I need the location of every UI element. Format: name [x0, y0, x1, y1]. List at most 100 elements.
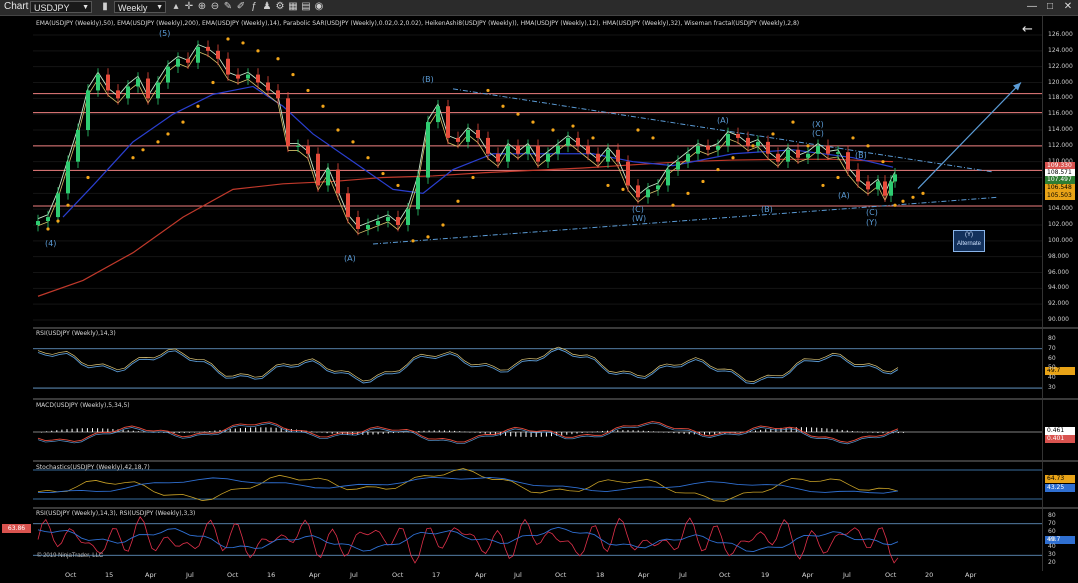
macd-histogram-bar	[188, 432, 190, 433]
back-arrow-icon[interactable]: ←	[1022, 22, 1033, 37]
wave-label: (C)	[812, 129, 824, 138]
parabolic-sar-dot	[501, 104, 505, 108]
zoom-out-icon[interactable]: ⊖	[209, 1, 221, 13]
zoom-in-icon[interactable]: ⊕	[196, 1, 208, 13]
wave-label: (B)	[855, 151, 867, 160]
rsi-dual-chart[interactable]	[33, 509, 1042, 569]
cursor-icon[interactable]: ▴	[170, 1, 182, 13]
time-axis-label: 17	[432, 571, 441, 579]
data-box-icon[interactable]: ▤	[300, 1, 312, 13]
chevron-down-icon: ▼	[82, 4, 89, 11]
time-axis-label: Oct	[719, 571, 731, 579]
macd-histogram-bar	[102, 428, 104, 432]
maximize-button[interactable]: □	[1041, 0, 1059, 14]
macd-histogram-bar	[86, 428, 88, 432]
candle-body	[256, 74, 260, 83]
macd-histogram-bar	[469, 432, 471, 433]
time-axis-label: 15	[105, 571, 114, 579]
macd-histogram-bar	[234, 428, 236, 432]
macd-histogram-bar	[423, 430, 425, 432]
macd-histogram-bar	[392, 432, 394, 434]
candle-body	[416, 177, 420, 210]
macd-histogram-bar	[474, 432, 476, 433]
instrument-selector[interactable]: USDJPY ▼	[30, 1, 92, 13]
macd-histogram-bar	[239, 428, 241, 432]
parabolic-sar-dot	[426, 235, 430, 239]
ema200-line	[37, 158, 894, 297]
macd-histogram-bar	[877, 432, 879, 433]
pencil-icon[interactable]: ✐	[235, 1, 247, 13]
price-value-label: 107.497	[1045, 176, 1075, 184]
macd-chart[interactable]	[33, 400, 1042, 460]
macd-histogram-bar	[515, 432, 517, 437]
rsi-left-value-label: 63.86	[2, 524, 31, 533]
stochastics-panel-title: Stochastics(USDJPY (Weekly),42,18,7)	[36, 464, 150, 471]
price-chart[interactable]	[33, 16, 1042, 327]
rsi-chart[interactable]	[33, 329, 1042, 398]
settings-icon[interactable]: ⚙	[274, 1, 286, 13]
candle-body	[883, 181, 887, 196]
candle-body	[326, 169, 330, 186]
macd-histogram-bar	[51, 430, 53, 432]
indicator-tick-label: 60	[1048, 354, 1056, 362]
macd-histogram-bar	[489, 432, 491, 435]
candle-body	[316, 153, 320, 186]
bar-type-icon[interactable]: ▮	[99, 1, 111, 13]
macd-panel[interactable]	[33, 400, 1042, 460]
candle-body	[496, 153, 500, 162]
drawing-tools-icon[interactable]: ✎	[222, 1, 234, 13]
parabolic-sar-dot	[291, 72, 295, 77]
macd-histogram-bar	[622, 430, 624, 432]
period-selector[interactable]: Weekly ▼	[114, 1, 166, 13]
rsi-dual-panel[interactable]	[33, 509, 1042, 569]
macd-histogram-bar	[846, 430, 848, 432]
candle-body	[796, 149, 800, 158]
macd-histogram-bar	[755, 430, 756, 432]
candle-body	[186, 58, 190, 63]
macd-histogram-bar	[443, 430, 445, 432]
parabolic-sar-dot	[366, 156, 370, 160]
macd-histogram-bar	[209, 431, 211, 432]
layout-icon[interactable]: ▦	[287, 1, 299, 13]
strategies-icon[interactable]: ♟	[261, 1, 273, 13]
alternate-wave-label: (Y)	[965, 232, 973, 238]
candle-body	[56, 193, 60, 218]
stoch-k-label: 64.73	[1045, 475, 1075, 483]
macd-histogram-bar	[811, 427, 813, 432]
macd-histogram-bar	[596, 431, 598, 432]
macd-histogram-bar	[525, 432, 527, 437]
macd-histogram-bar	[265, 427, 267, 432]
macd-histogram-bar	[571, 432, 573, 435]
parabolic-sar-dot	[441, 223, 445, 227]
macd-histogram-bar	[250, 427, 252, 432]
stochastics-panel[interactable]	[33, 462, 1042, 507]
macd-histogram-bar	[602, 430, 603, 432]
candle-body	[476, 130, 480, 138]
parabolic-sar-dot	[731, 156, 735, 160]
candle-body	[376, 221, 380, 225]
candle-body	[716, 145, 720, 150]
indicators-icon[interactable]: ƒ	[248, 1, 260, 13]
crosshair-icon[interactable]: ✛	[183, 1, 195, 13]
macd-histogram-bar	[862, 431, 864, 433]
close-button[interactable]: ✕	[1059, 0, 1077, 14]
macd-histogram-bar	[331, 432, 333, 434]
camera-icon[interactable]: ◉	[313, 1, 325, 13]
macd-histogram-bar	[449, 430, 450, 432]
macd-histogram-bar	[275, 427, 277, 432]
minimize-button[interactable]: —	[1023, 0, 1041, 14]
stochastics-chart[interactable]	[33, 462, 1042, 507]
time-axis-label: Jul	[679, 571, 687, 579]
candle-body	[776, 153, 780, 162]
indicator-tick-label: 80	[1048, 511, 1056, 519]
time-axis-label: Jul	[843, 571, 851, 579]
rsi-panel[interactable]	[33, 329, 1042, 398]
macd-histogram-bar	[173, 432, 175, 434]
time-axis-label: Oct	[555, 571, 567, 579]
main-price-panel[interactable]	[33, 16, 1042, 327]
candle-body	[636, 185, 640, 198]
macd-histogram-bar	[897, 432, 899, 434]
macd-histogram-bar	[245, 427, 246, 432]
wave-label: (X)	[812, 120, 824, 129]
candle-body	[656, 185, 660, 190]
